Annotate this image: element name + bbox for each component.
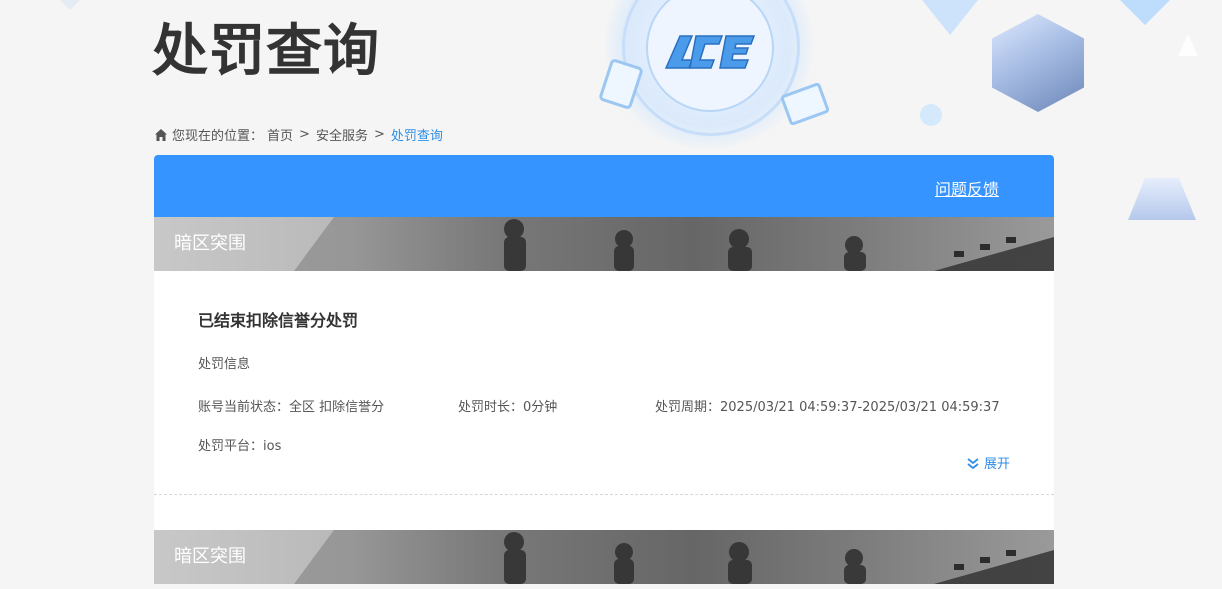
penalty-list: 问题反馈 暗区突围 已结束扣除信誉分处罚 处罚信息 账号当前状态：全区 扣除信誉… [154, 155, 1054, 584]
decorative-character-hexagon [992, 14, 1084, 112]
chevron-double-down-icon [967, 457, 979, 469]
record-title: 已结束扣除信誉分处罚 [198, 311, 359, 330]
record-platform-row: 处罚平台：ios [198, 435, 1010, 454]
decorative-glow [604, 0, 814, 150]
record-subtitle: 处罚信息 [198, 357, 251, 372]
breadcrumb: 您现在的位置： 首页 > 安全服务 > 处罚查询 [154, 125, 443, 144]
record-spacer [154, 495, 1054, 530]
breadcrumb-current: 处罚查询 [390, 129, 443, 144]
breadcrumb-section-link[interactable]: 安全服务 [316, 125, 368, 144]
penalty-platform-value: ios [263, 439, 282, 454]
account-status-value: 全区 扣除信誉分 [289, 400, 385, 415]
feedback-link[interactable]: 问题反馈 [935, 176, 999, 200]
penalty-record: 已结束扣除信誉分处罚 处罚信息 账号当前状态：全区 扣除信誉分 处罚时长：0分钟… [154, 271, 1054, 495]
game-banner-artwork [294, 530, 1054, 584]
breadcrumb-prefix: 您现在的位置： [172, 129, 264, 144]
decorative-game-card [779, 81, 831, 127]
home-icon [155, 128, 167, 141]
decorative-character-badge [1128, 178, 1196, 220]
penalty-duration: 处罚时长：0分钟 [458, 396, 655, 415]
expand-label: 展开 [983, 457, 1010, 472]
penalty-period: 处罚周期：2025/03/21 04:59:37-2025/03/21 04:5… [655, 396, 1000, 415]
game-name: 暗区突围 [174, 233, 246, 254]
penalty-platform: 处罚平台：ios [198, 435, 281, 454]
page-title: 处罚查询 [152, 19, 380, 84]
page: 处罚查询 您现在的位置： 首页 > 安全服务 > 处罚查询 问题反馈 暗区突围 … [0, 0, 1222, 589]
decorative-triangle [1090, 0, 1200, 25]
game-name: 暗区突围 [174, 546, 246, 567]
penalty-period-label: 处罚周期： [655, 400, 721, 415]
decorative-dot [920, 104, 942, 126]
breadcrumb-separator: > [299, 127, 310, 142]
game-banner: 暗区突围 [154, 530, 1054, 584]
penalty-period-value: 2025/03/21 04:59:37-2025/03/21 04:59:37 [720, 400, 1000, 415]
game-banner-artwork [294, 217, 1054, 271]
decorative-game-card [598, 57, 644, 111]
account-status: 账号当前状态：全区 扣除信誉分 [198, 396, 458, 415]
account-status-label: 账号当前状态： [198, 400, 290, 415]
breadcrumb-home-link[interactable]: 首页 [267, 125, 293, 144]
decorative-triangle [1178, 34, 1198, 56]
decorative-triangle [890, 0, 1010, 35]
ace-logo [664, 35, 756, 69]
penalty-duration-value: 0分钟 [523, 400, 558, 415]
decorative-triangle [40, 0, 100, 10]
header-bar: 问题反馈 [154, 155, 1054, 217]
game-banner: 暗区突围 [154, 217, 1054, 271]
expand-button[interactable]: 展开 [966, 453, 1010, 472]
penalty-platform-label: 处罚平台： [198, 439, 264, 454]
breadcrumb-separator: > [373, 127, 385, 142]
record-info-row: 账号当前状态：全区 扣除信誉分 处罚时长：0分钟 处罚周期：2025/03/21… [198, 396, 1010, 415]
penalty-duration-label: 处罚时长： [458, 400, 524, 415]
